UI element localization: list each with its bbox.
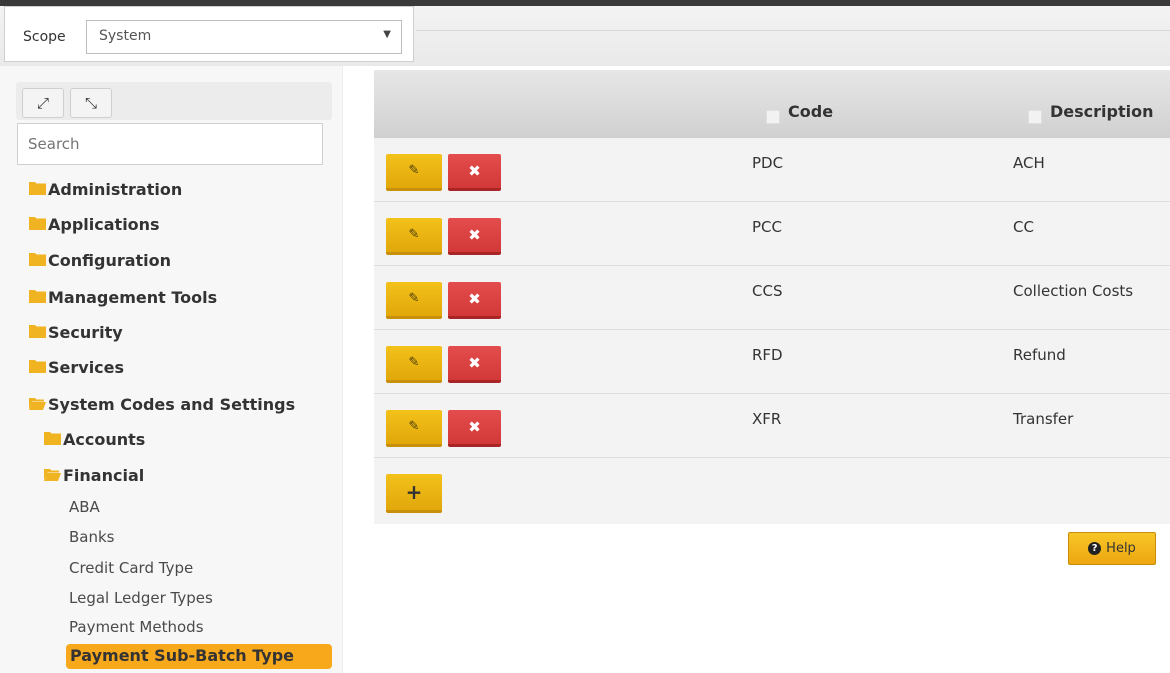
table-row: ✎ ✖ PCC CC: [374, 202, 1170, 266]
tree-leaf-item[interactable]: Credit Card Type: [69, 559, 193, 577]
scope-dropdown[interactable]: System ▼: [86, 20, 402, 54]
edit-icon: ✎: [408, 227, 420, 242]
tree-folder[interactable]: Management Tools: [29, 288, 217, 307]
tree-leaf-item[interactable]: Payment Methods: [69, 618, 204, 636]
close-icon: ✖: [468, 418, 481, 436]
tree-toolbar: ⤢ ⤡: [16, 82, 332, 120]
collapse-icon: ⤡: [84, 94, 97, 112]
expand-all-button[interactable]: ⤢: [22, 88, 64, 118]
payment-sub-batch-grid: Code Description ✎ ✖ PDC ACH ✎ ✖ PCC CC ✎ ✖ CCS Col…: [374, 70, 1170, 524]
cell-code: XFR: [752, 410, 782, 428]
scope-bar: Scope System ▼: [0, 0, 1170, 66]
collapse-all-button[interactable]: ⤡: [70, 88, 112, 118]
tree-leaf-selected[interactable]: Payment Sub-Batch Type: [66, 644, 332, 669]
navigation-sidebar: ⤢ ⤡ Administration Applications Configurat…: [0, 66, 343, 673]
edit-button[interactable]: ✎: [386, 154, 442, 191]
column-header-description[interactable]: Description: [1050, 102, 1153, 121]
edit-icon: ✎: [408, 163, 420, 178]
tree-folder-label: Configuration: [48, 251, 172, 270]
help-label: Help: [1106, 541, 1136, 556]
divider: [416, 30, 1170, 31]
table-row: ✎ ✖ PDC ACH: [374, 138, 1170, 202]
edit-icon: ✎: [408, 291, 420, 306]
tree-leaf-item[interactable]: Legal Ledger Types: [69, 589, 213, 607]
column-header-code[interactable]: Code: [788, 102, 833, 121]
close-icon: ✖: [468, 226, 481, 244]
cell-code: PCC: [752, 218, 782, 236]
folder-open-icon: [29, 395, 48, 414]
plus-icon: +: [405, 480, 423, 504]
edit-button[interactable]: ✎: [386, 218, 442, 255]
select-column-code-checkbox[interactable]: [766, 110, 780, 124]
tree-folder[interactable]: System Codes and Settings: [29, 395, 295, 414]
delete-button[interactable]: ✖: [448, 346, 501, 383]
cell-code: RFD: [752, 346, 783, 364]
table-row: ✎ ✖ CCS Collection Costs: [374, 266, 1170, 330]
edit-button[interactable]: ✎: [386, 410, 442, 447]
tree-folder-label: System Codes and Settings: [48, 395, 296, 414]
folder-icon: [29, 251, 48, 270]
folder-icon: [44, 430, 63, 449]
tree-folder[interactable]: Security: [29, 323, 123, 342]
tree-folder[interactable]: Administration: [29, 180, 182, 199]
table-row: ✎ ✖ RFD Refund: [374, 330, 1170, 394]
folder-icon: [29, 323, 48, 342]
close-icon: ✖: [468, 354, 481, 372]
tree-folder-label: Security: [48, 323, 123, 342]
tree-leaf-item[interactable]: ABA: [69, 498, 100, 516]
search-input[interactable]: [17, 123, 323, 165]
add-button[interactable]: +: [386, 474, 442, 513]
tree-leaf-item[interactable]: Banks: [69, 528, 115, 546]
cell-code: PDC: [752, 154, 784, 172]
tree-folder-label: Management Tools: [48, 288, 218, 307]
tree-folder[interactable]: Applications: [29, 215, 160, 234]
scope-selected-value: System: [99, 28, 152, 44]
help-button[interactable]: ? Help: [1068, 532, 1156, 565]
grid-header: Code Description: [374, 70, 1170, 138]
tree-folder-label: Financial: [63, 466, 145, 485]
delete-button[interactable]: ✖: [448, 154, 501, 191]
tree-folder[interactable]: Accounts: [44, 430, 145, 449]
scope-label: Scope: [23, 29, 66, 45]
tree-folder[interactable]: Financial: [44, 466, 144, 485]
cell-description: ACH: [1013, 154, 1045, 172]
scope-panel: Scope System ▼: [4, 6, 414, 62]
cell-description: Transfer: [1013, 410, 1074, 428]
delete-button[interactable]: ✖: [448, 282, 501, 319]
folder-icon: [29, 288, 48, 307]
close-icon: ✖: [468, 162, 481, 180]
edit-button[interactable]: ✎: [386, 282, 442, 319]
table-row: ✎ ✖ XFR Transfer: [374, 394, 1170, 458]
folder-open-icon: [44, 466, 63, 485]
expand-icon: ⤢: [36, 94, 49, 112]
folder-icon: [29, 358, 48, 377]
edit-icon: ✎: [408, 355, 420, 370]
delete-button[interactable]: ✖: [448, 218, 501, 255]
delete-button[interactable]: ✖: [448, 410, 501, 447]
question-circle-icon: ?: [1088, 542, 1102, 555]
cell-description: CC: [1013, 218, 1034, 236]
edit-icon: ✎: [408, 419, 420, 434]
tree-folder[interactable]: Services: [29, 358, 124, 377]
cell-code: CCS: [752, 282, 783, 300]
folder-icon: [29, 180, 48, 199]
close-icon: ✖: [468, 290, 481, 308]
select-column-description-checkbox[interactable]: [1028, 110, 1042, 124]
tree-folder[interactable]: Configuration: [29, 251, 171, 270]
edit-button[interactable]: ✎: [386, 346, 442, 383]
folder-icon: [29, 215, 48, 234]
tree-folder-label: Accounts: [63, 430, 146, 449]
tree-folder-label: Administration: [48, 180, 183, 199]
cell-description: Collection Costs: [1013, 282, 1134, 300]
cell-description: Refund: [1013, 346, 1066, 364]
tree-folder-label: Services: [48, 358, 125, 377]
chevron-down-icon: ▼: [383, 29, 391, 40]
tree-folder-label: Applications: [48, 215, 160, 234]
